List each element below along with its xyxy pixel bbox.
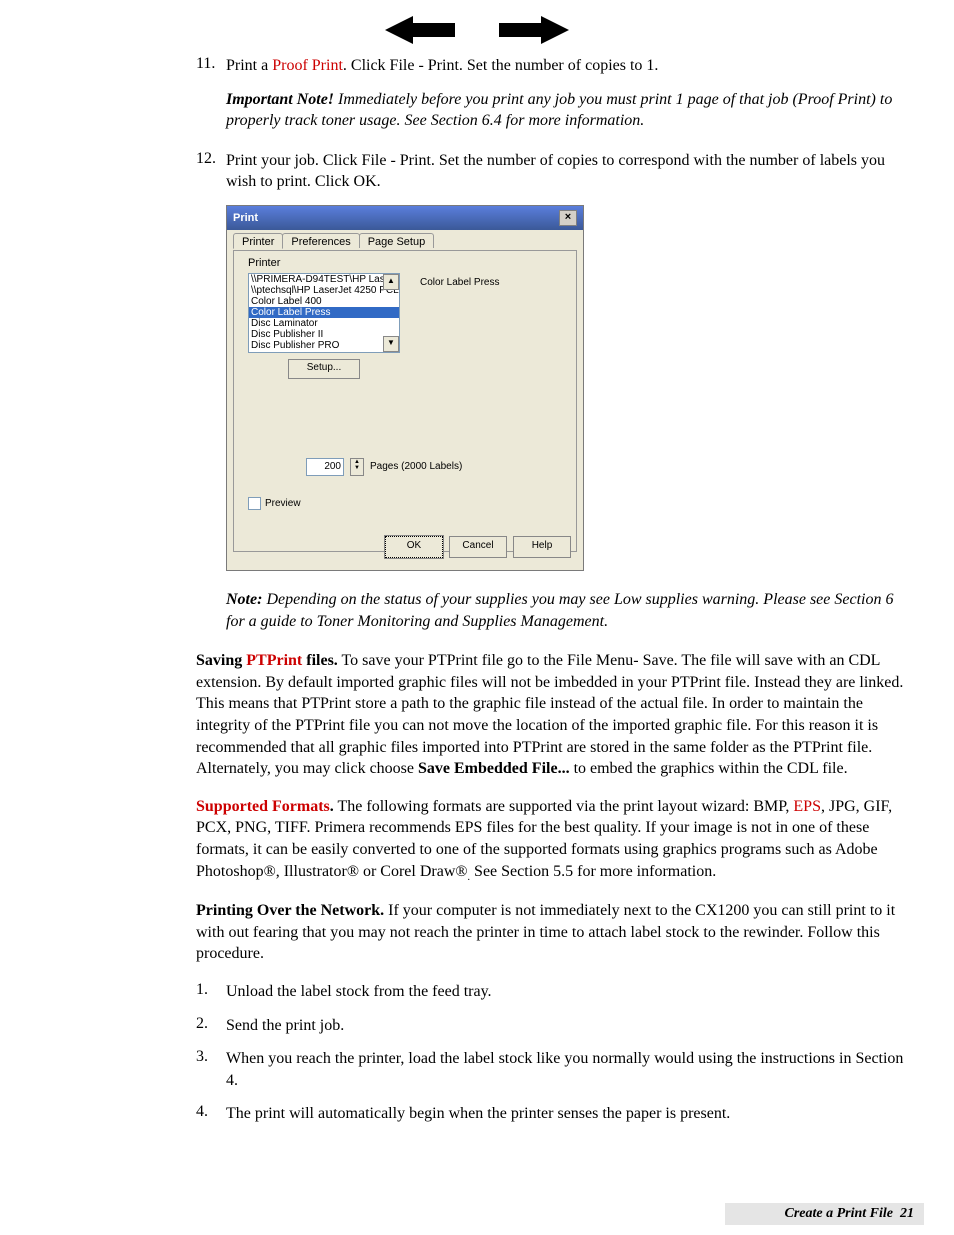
close-icon[interactable]: × — [559, 210, 577, 226]
printer-option[interactable]: \\PRIMERA-D94TEST\HP Laser… — [249, 274, 399, 285]
dialog-tabs: PrinterPreferencesPage Setup — [233, 232, 577, 250]
step-11: 11. Print a Proof Print. Click File - Pr… — [196, 55, 906, 77]
printer-option[interactable]: Disc Publisher PRO — [249, 340, 399, 351]
ptprint-link[interactable]: PTPrint — [246, 652, 302, 669]
printer-group-label: Printer — [248, 257, 280, 269]
step-number: 11. — [196, 55, 226, 77]
footer-strip: Create a Print File 21 — [725, 1203, 925, 1225]
footer-page: 21 — [900, 1206, 914, 1221]
printer-listbox[interactable]: \\PRIMERA-D94TEST\HP Laser… \\ptechsql\H… — [248, 273, 400, 353]
eps-link[interactable]: EPS — [793, 798, 821, 815]
net-step-4: 4. The print will automatically begin wh… — [196, 1103, 906, 1125]
cancel-button[interactable]: Cancel — [449, 536, 507, 558]
scroll-down-icon[interactable]: ▼ — [383, 336, 399, 352]
tab-printer[interactable]: Printer — [233, 233, 283, 249]
pages-label: Pages (2000 Labels) — [370, 461, 462, 472]
step-number: 12. — [196, 150, 226, 193]
footer-section: Create a Print File — [785, 1206, 894, 1221]
step-text: Print your job. Click File - Print. Set … — [226, 150, 906, 193]
printer-option[interactable]: \\ptechsql\HP LaserJet 4250 PCL — [249, 285, 399, 296]
dialog-title: Print — [233, 212, 258, 224]
ok-button[interactable]: OK — [385, 536, 443, 558]
dialog-titlebar: Print × — [227, 206, 583, 230]
saving-ptprint-para: Saving PTPrint files. To save your PTPri… — [196, 650, 906, 780]
tab-panel-printer: Printer \\PRIMERA-D94TEST\HP Laser… \\pt… — [233, 250, 577, 552]
tab-page-setup[interactable]: Page Setup — [359, 233, 435, 248]
preview-checkbox-row: Preview — [248, 497, 301, 510]
dialog-buttons: OK Cancel Help — [385, 536, 571, 558]
spinner-icon[interactable]: ▲▼ — [350, 458, 364, 476]
step-12: 12. Print your job. Click File - Print. … — [196, 150, 906, 193]
important-note: Important Note! Immediately before you p… — [226, 89, 906, 132]
help-button[interactable]: Help — [513, 536, 571, 558]
supplies-note: Note: Depending on the status of your su… — [226, 589, 906, 632]
preview-checkbox[interactable] — [248, 497, 261, 510]
preview-label: Preview — [265, 498, 301, 509]
net-step-3: 3. When you reach the printer, load the … — [196, 1048, 906, 1091]
note-body: Depending on the status of your supplies… — [226, 591, 893, 630]
scroll-up-icon[interactable]: ▲ — [383, 274, 399, 290]
supported-formats-link[interactable]: Supported Formats — [196, 798, 330, 815]
network-steps: 1. Unload the label stock from the feed … — [196, 981, 906, 1125]
net-step-2: 2. Send the print job. — [196, 1015, 906, 1037]
prev-page-button[interactable] — [385, 10, 455, 55]
printing-network-para: Printing Over the Network. If your compu… — [196, 900, 906, 965]
printer-option[interactable]: Color Label 400 — [249, 296, 399, 307]
next-page-button[interactable] — [499, 10, 569, 55]
net-step-1: 1. Unload the label stock from the feed … — [196, 981, 906, 1003]
pages-row: ▲▼ Pages (2000 Labels) — [306, 458, 462, 476]
setup-button[interactable]: Setup... — [288, 359, 360, 379]
tab-preferences[interactable]: Preferences — [282, 233, 359, 248]
page-content: 11. Print a Proof Print. Click File - Pr… — [196, 55, 906, 1137]
pages-input[interactable] — [306, 458, 344, 476]
supported-formats-para: Supported Formats. The following formats… — [196, 796, 906, 884]
proof-print-link[interactable]: Proof Print — [272, 57, 343, 74]
step-text: Print a Proof Print. Click File - Print.… — [226, 55, 906, 77]
nav-arrows — [0, 10, 954, 55]
selected-printer-label: Color Label Press — [420, 277, 499, 288]
note-lead: Important Note! — [226, 91, 334, 108]
print-dialog: Print × PrinterPreferencesPage Setup Pri… — [226, 205, 584, 571]
printer-option-selected[interactable]: Color Label Press — [249, 307, 399, 318]
printer-option[interactable]: Disc Laminator — [249, 318, 399, 329]
note-lead: Note: — [226, 591, 262, 608]
printer-option[interactable]: Disc Publisher II — [249, 329, 399, 340]
